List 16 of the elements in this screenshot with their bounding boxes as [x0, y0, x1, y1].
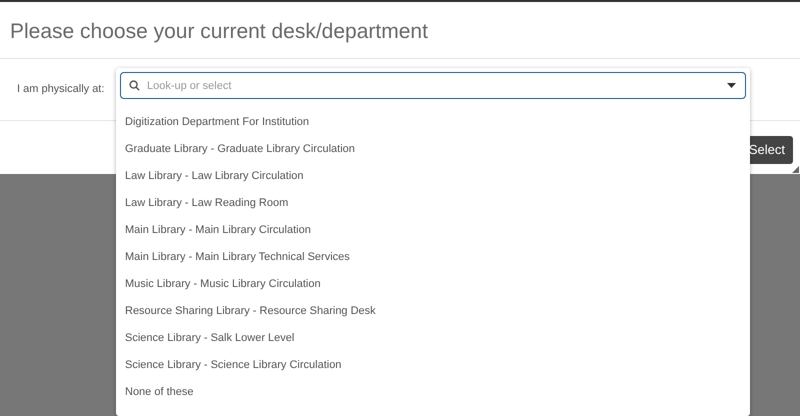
option-item[interactable]: Resource Sharing Library - Resource Sharing Desk: [125, 298, 746, 325]
option-item[interactable]: Law Library - Law Reading Room: [125, 190, 746, 217]
option-item[interactable]: Main Library - Main Library Technical Services: [125, 244, 746, 271]
option-item[interactable]: Digitization Department For Institution: [125, 109, 746, 136]
caret-icon[interactable]: [727, 83, 736, 88]
option-item[interactable]: None of these: [125, 379, 746, 406]
dialog-title: Please choose your current desk/department: [10, 19, 429, 45]
search-field[interactable]: Look-up or select: [120, 72, 746, 99]
option-item[interactable]: Law Library - Law Library Circulation: [125, 163, 746, 190]
option-item[interactable]: Science Library - Salk Lower Level: [125, 325, 746, 352]
option-item[interactable]: Main Library - Main Library Circulation: [125, 217, 746, 244]
field-label: I am physically at:: [17, 82, 104, 98]
search-icon: [129, 80, 140, 91]
option-item[interactable]: Music Library - Music Library Circulation: [125, 271, 746, 298]
resize-handle-icon[interactable]: [792, 166, 799, 173]
option-item[interactable]: Science Library - Science Library Circulation: [125, 352, 746, 379]
